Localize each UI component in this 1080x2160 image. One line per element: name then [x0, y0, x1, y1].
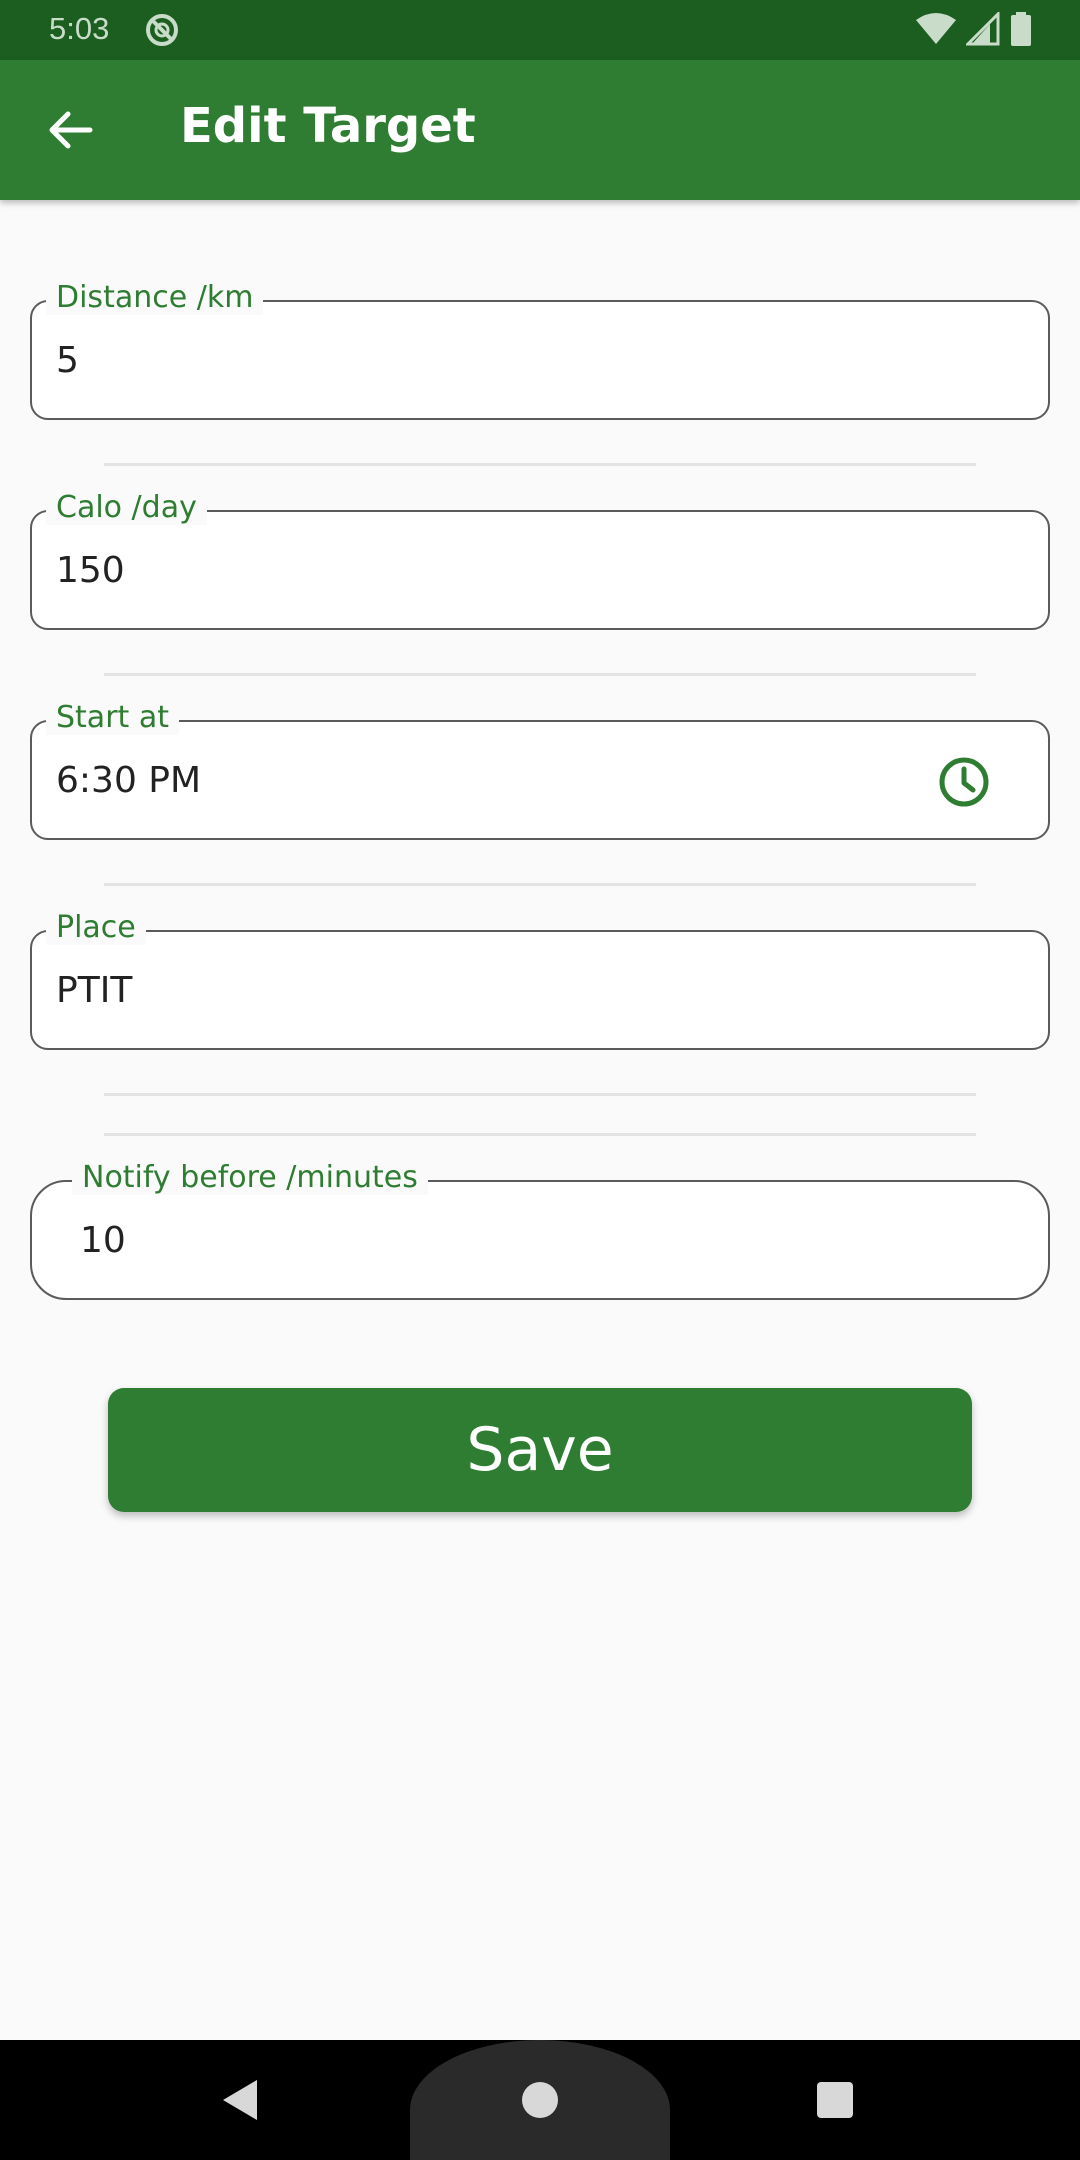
signal-icon: [966, 12, 1000, 46]
status-icons: [916, 12, 1032, 46]
save-button[interactable]: Save: [108, 1388, 972, 1512]
nav-recents-icon[interactable]: [817, 2082, 853, 2118]
notify-field[interactable]: Notify before /minutes 10: [30, 1160, 1050, 1300]
place-field[interactable]: Place PTIT: [30, 910, 1050, 1050]
back-button[interactable]: [26, 94, 114, 166]
arrow-back-icon: [49, 111, 93, 149]
wifi-icon: [916, 13, 956, 44]
status-time: 5:03: [49, 11, 110, 46]
page-title: Edit Target: [180, 98, 476, 154]
start-at-value[interactable]: 6:30 PM: [56, 760, 201, 801]
distance-field[interactable]: Distance /km 5: [30, 280, 1050, 420]
nav-back-icon[interactable]: [215, 2074, 267, 2126]
divider: [104, 883, 976, 886]
calo-value[interactable]: 150: [56, 550, 125, 591]
calo-field[interactable]: Calo /day 150: [30, 490, 1050, 630]
divider: [104, 1093, 976, 1096]
notify-value[interactable]: 10: [80, 1220, 126, 1261]
distance-value[interactable]: 5: [56, 340, 79, 381]
start-at-label: Start at: [46, 700, 179, 735]
divider: [104, 1133, 976, 1136]
start-at-field[interactable]: Start at 6:30 PM: [30, 700, 1050, 840]
clock-icon[interactable]: [936, 754, 992, 810]
status-bar: 5:03: [0, 0, 1080, 60]
place-value[interactable]: PTIT: [56, 970, 132, 1011]
dnd-icon: [146, 14, 178, 46]
calo-label: Calo /day: [46, 490, 207, 525]
nav-home-icon[interactable]: [522, 2082, 558, 2118]
notify-label: Notify before /minutes: [72, 1160, 428, 1195]
navigation-bar: [0, 2040, 1080, 2160]
app-bar: Edit Target: [0, 60, 1080, 200]
place-label: Place: [46, 910, 146, 945]
distance-label: Distance /km: [46, 280, 264, 315]
divider: [104, 673, 976, 676]
battery-icon: [1011, 12, 1031, 46]
divider: [104, 463, 976, 466]
